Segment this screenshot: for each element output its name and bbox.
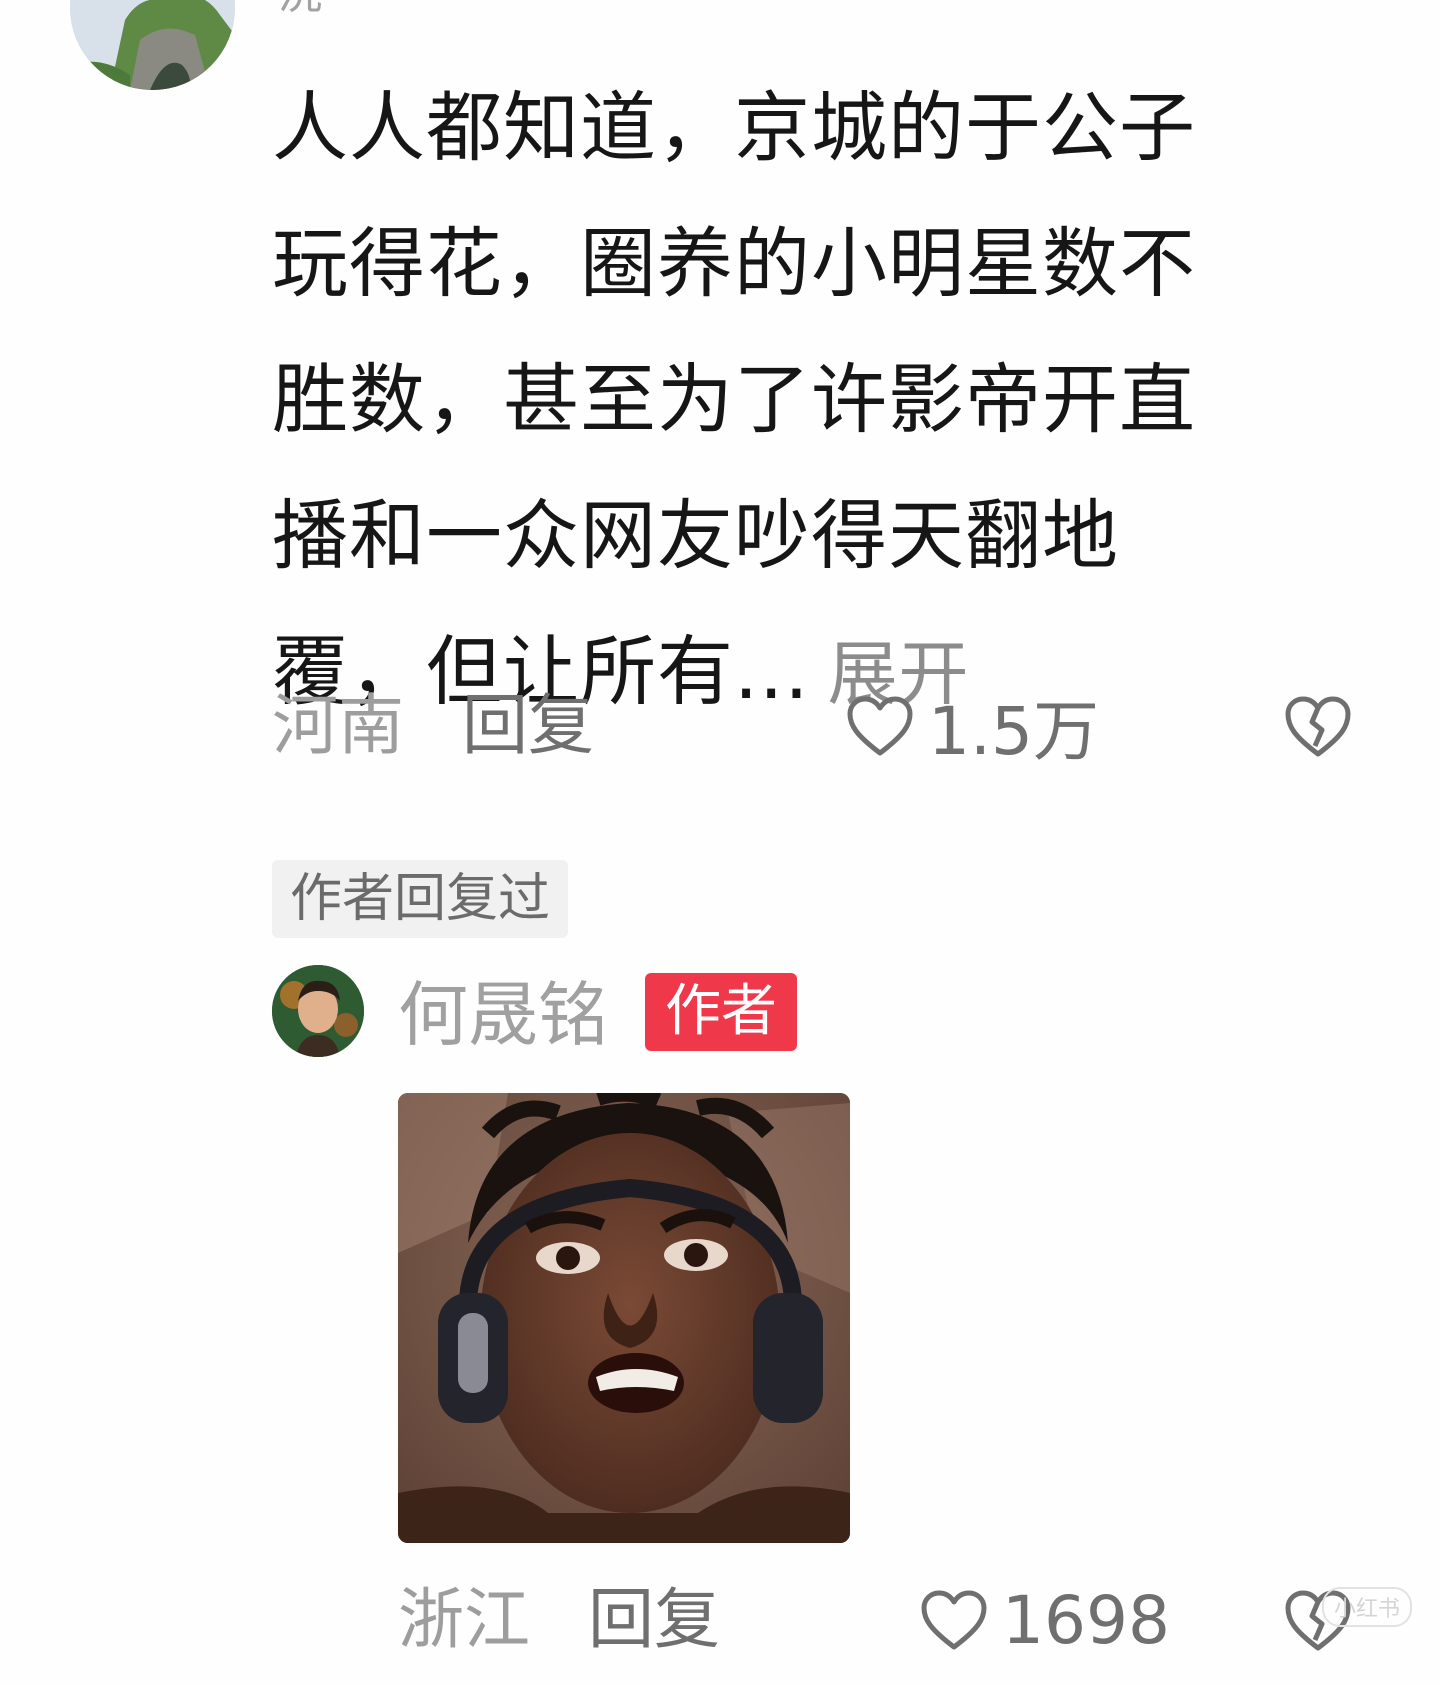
watermark: 小红书 (1322, 1587, 1413, 1627)
heart-outline-icon (921, 1590, 987, 1650)
author-badge: 作者 (645, 973, 797, 1051)
shocked-face-meme (398, 1093, 850, 1543)
comment-meta-row: 河南 回复 1.5万 (272, 686, 1382, 770)
replier-username[interactable]: 何晟铭 (398, 970, 608, 1060)
comment-line: 玩得花，圈养的小明星数不 (272, 219, 1196, 308)
comment-text: 人人都知道，京城的于公子 玩得花，圈养的小明星数不 胜数，甚至为了许影帝开直 播… (272, 60, 1352, 742)
replier-avatar[interactable] (272, 965, 364, 1057)
reply-location: 浙江 (398, 1581, 530, 1658)
comment-line: 人人都知道，京城的于公子 (272, 83, 1196, 172)
reply-meta-row: 浙江 回复 1698 (272, 1580, 1382, 1660)
broken-heart-icon[interactable] (1282, 690, 1354, 762)
like-button[interactable]: 1.5万 (846, 686, 1099, 770)
like-button[interactable]: 1698 (920, 1580, 1170, 1660)
reply-button[interactable]: 回复 (588, 1580, 720, 1660)
comment-location: 河南 (272, 687, 404, 764)
portrait-avatar-image (272, 965, 364, 1057)
comment-line: 胜数，甚至为了许影帝开直 (272, 355, 1196, 444)
like-count: 1.5万 (928, 693, 1099, 770)
comment-line: 播和一众网友吵得天翻地 (272, 491, 1119, 580)
heart-outline-icon (847, 696, 913, 756)
reply-button[interactable]: 回复 (462, 686, 594, 766)
reply-meme-image[interactable] (398, 1093, 850, 1543)
commenter-username[interactable]: 洸 (278, 0, 322, 16)
author-replied-tag[interactable]: 作者回复过 (272, 860, 569, 938)
commenter-avatar[interactable] (70, 0, 235, 90)
like-count: 1698 (1002, 1581, 1170, 1659)
landscape-avatar-image (70, 0, 235, 90)
